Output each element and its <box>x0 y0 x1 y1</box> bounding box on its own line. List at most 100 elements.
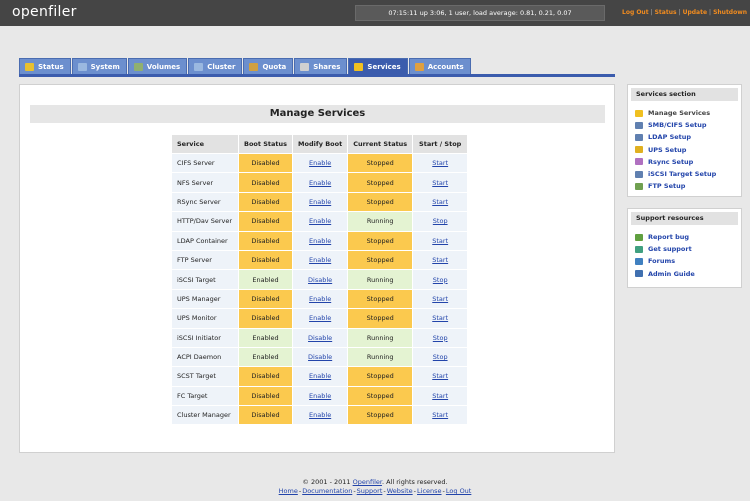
sidebar-item-forums[interactable]: Forums <box>628 255 741 267</box>
modify-boot-link[interactable]: Enable <box>293 154 348 173</box>
current-status: Stopped <box>348 309 413 328</box>
start-stop-link[interactable]: Start <box>413 309 468 328</box>
modify-boot-link[interactable]: Enable <box>293 309 348 328</box>
modify-boot-link[interactable]: Disable <box>293 347 348 367</box>
start-stop-link[interactable]: Start <box>413 289 468 309</box>
current-status: Stopped <box>348 231 413 250</box>
service-name: SCST Target <box>172 367 238 386</box>
sidebar-item-manage-services[interactable]: Manage Services <box>628 107 741 119</box>
iscsi-icon <box>635 170 643 178</box>
main-panel: Manage Services Service Boot Status Modi… <box>19 84 615 453</box>
table-row: NFS Server Disabled Enable Stopped Start <box>172 173 468 192</box>
service-name: FTP Server <box>172 250 238 270</box>
modify-boot-link[interactable]: Enable <box>293 386 348 406</box>
start-stop-link[interactable]: Start <box>413 192 468 212</box>
tab-accounts[interactable]: Accounts <box>408 58 471 75</box>
boot-status: Disabled <box>239 173 293 192</box>
tab-system[interactable]: System <box>71 58 127 75</box>
boot-status: Disabled <box>239 289 293 309</box>
footer-logout-link[interactable]: Log Out <box>446 487 471 495</box>
tab-label: Accounts <box>427 62 464 71</box>
footer-documentation-link[interactable]: Documentation <box>302 487 352 495</box>
volumes-icon <box>133 62 143 71</box>
sidebar-item-ups-setup[interactable]: UPS Setup <box>628 144 741 156</box>
start-stop-link[interactable]: Start <box>413 367 468 386</box>
start-stop-link[interactable]: Start <box>413 154 468 173</box>
current-status: Running <box>348 347 413 367</box>
boot-status: Disabled <box>239 212 293 231</box>
sidebar-item-smb-cifs-setup[interactable]: SMB/CIFS Setup <box>628 119 741 131</box>
service-name: UPS Monitor <box>172 309 238 328</box>
forums-icon <box>635 257 643 265</box>
table-row: UPS Monitor Disabled Enable Stopped Start <box>172 309 468 328</box>
logout-link[interactable]: Log Out <box>622 9 649 16</box>
support-resources-panel: Support resources Report bug Get support F… <box>627 208 742 288</box>
modify-boot-link[interactable]: Enable <box>293 289 348 309</box>
sidebar-item-label: UPS Setup <box>648 145 687 154</box>
start-stop-link[interactable]: Stop <box>413 212 468 231</box>
start-stop-link[interactable]: Stop <box>413 328 468 347</box>
footer-home-link[interactable]: Home <box>279 487 298 495</box>
update-link[interactable]: Update <box>683 9 707 16</box>
start-stop-link[interactable]: Start <box>413 406 468 425</box>
modify-boot-link[interactable]: Enable <box>293 231 348 250</box>
services-section-title: Services section <box>631 88 738 101</box>
current-status: Stopped <box>348 406 413 425</box>
modify-boot-link[interactable]: Disable <box>293 328 348 347</box>
sidebar-item-report-bug[interactable]: Report bug <box>628 231 741 243</box>
copyright: © 2001 - 2011 Openfiler. All rights rese… <box>302 478 448 486</box>
tab-label: System <box>90 62 120 71</box>
services-icon <box>635 109 643 117</box>
footer-website-link[interactable]: Website <box>387 487 413 495</box>
title-bar: Manage Services <box>30 105 605 123</box>
footer-links: Home-Documentation-Support-Website-Licen… <box>278 487 472 495</box>
current-status: Stopped <box>348 289 413 309</box>
col-service: Service <box>172 135 238 153</box>
table-row: HTTP/Dav Server Disabled Enable Running Stop <box>172 212 468 231</box>
start-stop-link[interactable]: Stop <box>413 347 468 367</box>
sidebar-item-get-support[interactable]: Get support <box>628 243 741 255</box>
tab-label: Quota <box>262 62 287 71</box>
ldap-icon <box>635 133 643 141</box>
boot-status: Disabled <box>239 231 293 250</box>
modify-boot-link[interactable]: Enable <box>293 173 348 192</box>
tab-shares[interactable]: Shares <box>294 58 348 75</box>
modify-boot-link[interactable]: Enable <box>293 406 348 425</box>
start-stop-link[interactable]: Start <box>413 386 468 406</box>
sidebar-item-label: Forums <box>648 257 676 266</box>
tab-quota[interactable]: Quota <box>243 58 294 75</box>
footer-support-link[interactable]: Support <box>357 487 383 495</box>
start-stop-link[interactable]: Stop <box>413 270 468 289</box>
top-bar: openfiler 07:15:11 up 3:06, 1 user, load… <box>0 0 750 26</box>
tab-services[interactable]: Services <box>348 58 408 75</box>
sidebar-item-admin-guide[interactable]: Admin Guide <box>628 268 741 280</box>
uptime-status: 07:15:11 up 3:06, 1 user, load average: … <box>355 5 605 21</box>
support-icon <box>635 245 643 253</box>
shutdown-link[interactable]: Shutdown <box>713 9 747 16</box>
sidebar-item-iscsi-target-setup[interactable]: iSCSI Target Setup <box>628 168 741 180</box>
tab-label: Shares <box>313 62 341 71</box>
table-row: iSCSI Initiator Enabled Disable Running Stop <box>172 328 468 347</box>
current-status: Stopped <box>348 250 413 270</box>
tab-status[interactable]: Status <box>19 58 71 75</box>
sidebar-item-ftp-setup[interactable]: FTP Setup <box>628 180 741 192</box>
start-stop-link[interactable]: Start <box>413 250 468 270</box>
modify-boot-link[interactable]: Disable <box>293 270 348 289</box>
start-stop-link[interactable]: Start <box>413 173 468 192</box>
footer: © 2001 - 2011 Openfiler. All rights rese… <box>0 478 750 496</box>
tab-cluster[interactable]: Cluster <box>188 58 243 75</box>
smb-icon <box>635 121 643 129</box>
sidebar-item-label: Admin Guide <box>648 269 695 278</box>
modify-boot-link[interactable]: Enable <box>293 192 348 212</box>
tab-volumes[interactable]: Volumes <box>127 58 188 75</box>
openfiler-link[interactable]: Openfiler <box>353 478 382 486</box>
sidebar-item-ldap-setup[interactable]: LDAP Setup <box>628 131 741 143</box>
modify-boot-link[interactable]: Enable <box>293 367 348 386</box>
sidebar-item-rsync-setup[interactable]: Rsync Setup <box>628 156 741 168</box>
table-row: SCST Target Disabled Enable Stopped Start <box>172 367 468 386</box>
status-link[interactable]: Status <box>655 9 677 16</box>
modify-boot-link[interactable]: Enable <box>293 250 348 270</box>
start-stop-link[interactable]: Start <box>413 231 468 250</box>
modify-boot-link[interactable]: Enable <box>293 212 348 231</box>
footer-license-link[interactable]: License <box>417 487 442 495</box>
